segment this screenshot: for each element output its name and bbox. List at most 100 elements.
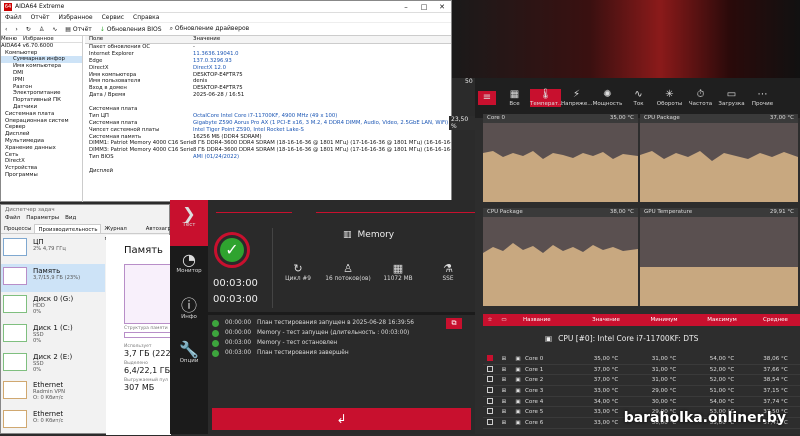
row-chart-icon[interactable]: ⊞ bbox=[497, 377, 511, 383]
col-name[interactable]: Название bbox=[511, 317, 577, 323]
grid-row[interactable]: Имя компьютераDESKTOP-E4FTR75 bbox=[85, 72, 451, 79]
grid-row[interactable]: Дата / Время2025-06-28 / 16:51 bbox=[85, 92, 451, 99]
col-min[interactable]: Минимум bbox=[635, 317, 693, 323]
tm-perf-item[interactable]: ЦП2% 4,79 ГГц bbox=[1, 235, 105, 264]
tree-item-network[interactable]: Сеть bbox=[1, 152, 82, 159]
tree-item-computer[interactable]: Компьютер bbox=[1, 50, 82, 57]
col-field[interactable]: Поле bbox=[85, 36, 193, 43]
forward-icon[interactable]: › bbox=[15, 26, 17, 33]
tree-item-storage[interactable]: Хранение данных bbox=[1, 145, 82, 152]
sensor-row[interactable]: ⊞▣Core 434,00 °C30,00 °C54,00 °C37,74 °C bbox=[483, 397, 800, 408]
grid-row[interactable] bbox=[85, 99, 451, 106]
row-graph-icon[interactable]: ▣ bbox=[511, 420, 525, 426]
start-stop-button[interactable]: ↲ bbox=[212, 408, 471, 430]
grid-row[interactable]: DirectXDirectX 12.0 bbox=[85, 65, 451, 72]
nav-item[interactable]: ✳Обороты bbox=[654, 89, 685, 107]
tm-perf-item[interactable]: Диск 2 (E:)SSD 0% bbox=[1, 350, 105, 379]
col-value[interactable]: Значение bbox=[577, 317, 635, 323]
tm-menu-file[interactable]: Файл bbox=[5, 215, 20, 224]
grid-row[interactable]: Имя пользователяdenis bbox=[85, 78, 451, 85]
nav-item[interactable]: ∿Ток bbox=[623, 89, 654, 107]
grid-row[interactable]: DIMM3: Patriot Memory 4000 C16 Series8 Г… bbox=[85, 147, 451, 154]
row-graph-icon[interactable]: ▣ bbox=[511, 367, 525, 373]
tab-favorites[interactable]: Избранное bbox=[23, 36, 54, 42]
star-icon[interactable]: ☆ bbox=[483, 317, 497, 323]
chart-icon[interactable]: ∿ bbox=[52, 26, 57, 33]
col-value[interactable]: Значение bbox=[193, 36, 451, 43]
row-graph-icon[interactable]: ▣ bbox=[511, 399, 525, 405]
menu-help[interactable]: Справка bbox=[133, 14, 159, 21]
grid-row[interactable]: Тип ЦПOctalCore Intel Core i7-11700KF, 4… bbox=[85, 113, 451, 120]
grid-row[interactable]: Edge137.0.3296.93 bbox=[85, 58, 451, 65]
maximize-button[interactable]: □ bbox=[415, 3, 433, 11]
nav-item[interactable]: ⋯Прочие bbox=[747, 89, 778, 107]
back-icon[interactable]: ‹ bbox=[5, 26, 7, 33]
grid-row[interactable]: Тип BIOSAMI (01/24/2022) bbox=[85, 154, 451, 161]
grid-row[interactable]: Системная платаGigabyte Z590 Aorus Pro A… bbox=[85, 120, 451, 127]
tm-menu-view[interactable]: Вид bbox=[65, 215, 76, 224]
menu-service[interactable]: Сервис bbox=[102, 14, 124, 21]
sensor-section[interactable]: ▣ CPU [#0]: Intel Core i7-11700KF: DTS bbox=[545, 334, 698, 343]
side-info[interactable]: ⓘИнфо bbox=[170, 292, 208, 320]
refresh-icon[interactable]: ↻ bbox=[26, 26, 31, 33]
tree-item-multimedia[interactable]: Мультимедиа bbox=[1, 138, 82, 145]
tab-performance[interactable]: Производительность bbox=[34, 224, 101, 233]
tab-app-history[interactable]: Журнал приложений bbox=[101, 224, 142, 233]
tree-item-motherboard[interactable]: Системная плата bbox=[1, 111, 82, 118]
close-button[interactable]: ✕ bbox=[433, 3, 451, 11]
tab-processes[interactable]: Процессы bbox=[1, 224, 34, 233]
tree-item-dmi[interactable]: DMI bbox=[1, 70, 82, 77]
col-avg[interactable]: Среднее bbox=[751, 317, 800, 323]
hamburger-button[interactable]: ≡ bbox=[475, 91, 499, 105]
tree-item-portable[interactable]: Портативный ПК bbox=[1, 97, 82, 104]
grid-row[interactable]: Системная память16256 МБ (DDR4 SDRAM) bbox=[85, 134, 451, 141]
row-graph-icon[interactable]: ▣ bbox=[511, 388, 525, 394]
grid-row[interactable]: Вход в доменDESKTOP-E4FTR75 bbox=[85, 85, 451, 92]
tree-item-devices[interactable]: Устройства bbox=[1, 165, 82, 172]
tm-perf-item[interactable]: EthernetRadmin VPN О: 0 Кбит/с bbox=[1, 378, 105, 407]
nav-item[interactable]: ⚡Напряже... bbox=[561, 89, 592, 107]
row-checkbox[interactable] bbox=[487, 398, 493, 404]
tree-item-summary[interactable]: Суммарная инфор bbox=[1, 56, 82, 63]
row-graph-icon[interactable]: ▣ bbox=[511, 409, 525, 415]
minimize-button[interactable]: – bbox=[397, 3, 415, 11]
side-test[interactable]: ❯Тест bbox=[170, 200, 208, 246]
row-chart-icon[interactable]: ⊞ bbox=[497, 420, 511, 426]
nav-item[interactable]: ▭Загрузка bbox=[716, 89, 747, 107]
row-checkbox[interactable] bbox=[487, 387, 493, 393]
row-checkbox[interactable] bbox=[487, 419, 493, 425]
tab-menu[interactable]: Меню bbox=[1, 36, 17, 42]
row-chart-icon[interactable]: ⊞ bbox=[497, 409, 511, 415]
side-options[interactable]: 🔧Опции bbox=[170, 336, 208, 364]
row-checkbox[interactable] bbox=[487, 366, 493, 372]
user-icon[interactable]: ♙ bbox=[39, 26, 44, 33]
grid-row[interactable]: DIMM1: Patriot Memory 4000 C16 Series8 Г… bbox=[85, 140, 451, 147]
tree-item-ipmi[interactable]: IPMI bbox=[1, 77, 82, 84]
tree-item-os[interactable]: Операционная систем bbox=[1, 118, 82, 125]
side-monitor[interactable]: ◔Монитор bbox=[170, 246, 208, 274]
row-checkbox[interactable] bbox=[487, 408, 493, 414]
nav-item[interactable]: 🌡Температ... bbox=[530, 89, 561, 107]
grid-row[interactable]: Чипсет системной платыIntel Tiger Point … bbox=[85, 127, 451, 134]
driver-update-button[interactable]: ⌕ Обновление драйверов bbox=[170, 25, 250, 33]
row-graph-icon[interactable]: ▣ bbox=[511, 377, 525, 383]
row-graph-icon[interactable]: ▣ bbox=[511, 356, 525, 362]
tm-perf-item[interactable]: Память3,7/15,9 ГБ (23%) bbox=[1, 264, 105, 293]
tree-item-display[interactable]: Дисплей bbox=[1, 131, 82, 138]
col-max[interactable]: Максимум bbox=[693, 317, 751, 323]
nav-item[interactable]: ✺Мощность bbox=[592, 89, 623, 107]
nav-item[interactable]: ⏱Частота bbox=[685, 89, 716, 107]
row-chart-icon[interactable]: ⊞ bbox=[497, 356, 511, 362]
tree-item-sensors[interactable]: Датчики bbox=[1, 104, 82, 111]
row-chart-icon[interactable]: ⊞ bbox=[497, 399, 511, 405]
sensor-row[interactable]: ⊞▣Core 137,00 °C31,00 °C52,00 °C37,66 °C bbox=[483, 365, 800, 376]
tree-item-computer-name[interactable]: Имя компьютера bbox=[1, 63, 82, 70]
row-chart-icon[interactable]: ⊞ bbox=[497, 388, 511, 394]
tree-item-programs[interactable]: Программы bbox=[1, 172, 82, 179]
row-checkbox[interactable] bbox=[487, 376, 493, 382]
grid-row[interactable]: Пакет обновления ОС- bbox=[85, 44, 451, 51]
nav-item[interactable]: ▦Все bbox=[499, 89, 530, 107]
menu-favorites[interactable]: Избранное bbox=[59, 14, 93, 21]
bios-update-button[interactable]: ↓ Обновления BIOS bbox=[100, 26, 162, 33]
tm-perf-item[interactable]: EthernetО: 0 Кбит/с bbox=[1, 407, 105, 436]
